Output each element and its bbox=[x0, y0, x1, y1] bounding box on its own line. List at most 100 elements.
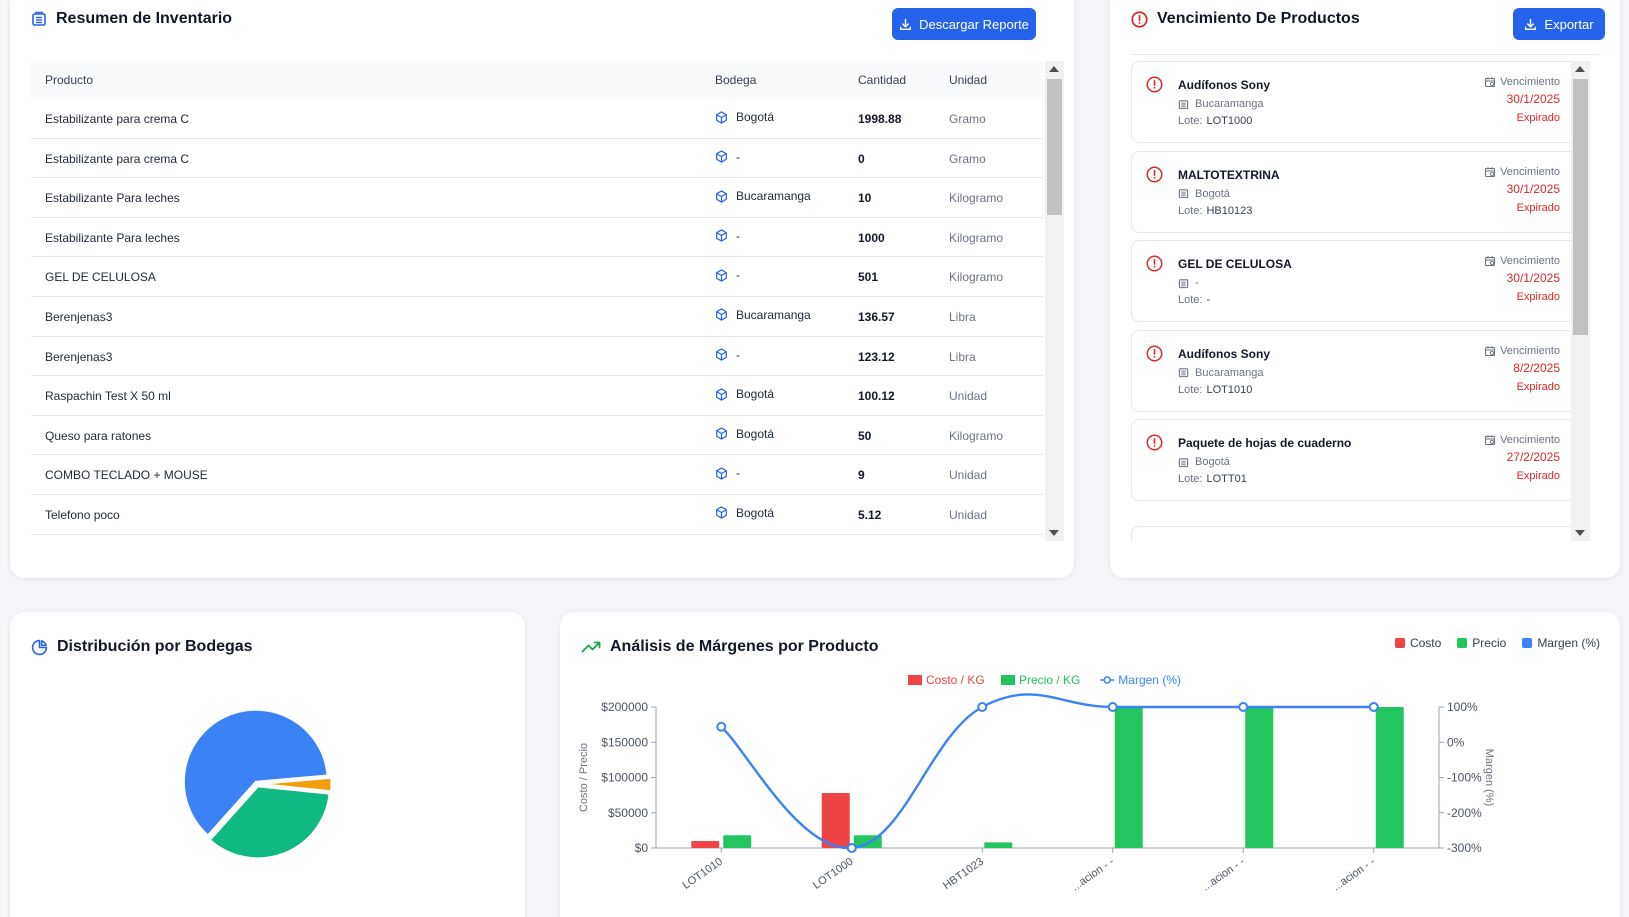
cell-unit: Kilogramo bbox=[949, 230, 1004, 245]
table-row[interactable]: Estabilizante Para leches - 1000 Kilogramo bbox=[31, 218, 1043, 258]
bar[interactable] bbox=[723, 835, 752, 848]
x-tick-label: LOT1010 bbox=[681, 856, 725, 892]
x-tick-label: HBT1023 bbox=[941, 856, 986, 892]
expiry-item-partial[interactable] bbox=[1131, 526, 1577, 541]
cell-warehouse: - bbox=[715, 466, 740, 480]
cell-quantity: 123.12 bbox=[858, 349, 895, 364]
table-scrollbar[interactable] bbox=[1045, 61, 1064, 541]
legend-label[interactable]: Precio / KG bbox=[1019, 673, 1080, 687]
inventory-summary-card: Resumen de Inventario Descargar Reporte … bbox=[10, 0, 1074, 578]
expiry-item[interactable]: MALTOTEXTRINA Bogotá Lote: HB10123 Vencimien… bbox=[1131, 150, 1577, 233]
column-header-warehouse[interactable]: Bodega bbox=[715, 73, 756, 87]
bar[interactable] bbox=[821, 793, 850, 848]
table-body: Estabilizante para crema C Bogotá 1998.88 G… bbox=[31, 99, 1043, 541]
cell-warehouse-text: - bbox=[736, 347, 740, 362]
cell-warehouse: - bbox=[715, 229, 740, 243]
column-header-unit[interactable]: Unidad bbox=[949, 73, 987, 87]
line-point[interactable] bbox=[1368, 702, 1379, 712]
line-point[interactable] bbox=[1238, 702, 1249, 712]
lot-label: Lote: bbox=[1178, 383, 1203, 396]
alert-circle-icon bbox=[1146, 76, 1163, 98]
calendar-clock-icon bbox=[1484, 166, 1496, 178]
margin-line[interactable] bbox=[720, 693, 1374, 850]
export-button[interactable]: Exportar bbox=[1513, 8, 1605, 40]
calendar-clock-icon bbox=[1484, 345, 1496, 357]
line-point[interactable] bbox=[846, 843, 857, 853]
export-label: Exportar bbox=[1544, 16, 1594, 32]
download-report-button[interactable]: Descargar Reporte bbox=[892, 8, 1036, 40]
line-point[interactable] bbox=[1107, 702, 1118, 712]
cell-unit: Gramo bbox=[949, 151, 986, 166]
building-icon bbox=[1178, 188, 1189, 199]
legend-label[interactable]: Costo / KG bbox=[926, 673, 985, 687]
cell-warehouse-text: - bbox=[736, 268, 740, 283]
cell-quantity: 50 bbox=[858, 428, 872, 443]
alert-circle-icon bbox=[1146, 255, 1163, 277]
scrollbar-thumb[interactable] bbox=[1573, 79, 1588, 335]
cell-quantity: 100.12 bbox=[858, 389, 895, 404]
cell-warehouse-text: Bogotá bbox=[736, 505, 775, 520]
scroll-down-icon[interactable] bbox=[1049, 530, 1059, 536]
bar[interactable] bbox=[1114, 707, 1143, 848]
expiry-warehouse-text: Bucaramanga bbox=[1195, 98, 1264, 110]
expiry-item[interactable]: Audífonos Sony Bucaramanga Lote: LOT1010 Ven… bbox=[1131, 329, 1577, 412]
expiry-status: Expirado bbox=[1516, 201, 1560, 214]
expiry-item[interactable]: Paquete de hojas de cuaderno Bogotá Lote: L… bbox=[1131, 419, 1577, 501]
table-row[interactable]: GEL DE CELULOSA - 501 Kilogramo bbox=[31, 257, 1043, 297]
cell-unit: Kilogramo bbox=[949, 191, 1004, 206]
warehouse-distribution-card: Distribución por Bodegas bbox=[10, 612, 525, 917]
line-point[interactable] bbox=[716, 721, 727, 732]
expiry-date-label: Vencimiento bbox=[1484, 434, 1560, 446]
bar[interactable] bbox=[1375, 707, 1404, 848]
bar[interactable] bbox=[691, 840, 720, 848]
y-tick-label: $150000 bbox=[601, 735, 648, 749]
cell-warehouse: Bogotá bbox=[715, 110, 774, 124]
cell-warehouse: Bogotá bbox=[715, 387, 774, 401]
y-tick-label: $0 bbox=[635, 841, 649, 855]
expiry-date-label: Vencimiento bbox=[1484, 166, 1560, 178]
table-row[interactable]: COMBO TECLADO + MOUSE - 9 Unidad bbox=[31, 455, 1043, 495]
scrollbar-thumb[interactable] bbox=[1047, 79, 1062, 215]
venc-label-text: Vencimiento bbox=[1500, 165, 1560, 178]
table-row[interactable]: Raspachin Test X 50 ml Bogotá 100.12 Unidad bbox=[31, 376, 1043, 416]
line-point[interactable] bbox=[977, 702, 988, 712]
table-row[interactable]: Estabilizante Para leches Bucaramanga 10 Ki… bbox=[31, 178, 1043, 218]
cell-warehouse-text: Bogotá bbox=[736, 387, 775, 402]
bar[interactable] bbox=[1245, 707, 1274, 848]
alert-circle-icon bbox=[1146, 345, 1163, 367]
table-row[interactable]: Estabilizante para crema C Bogotá 1998.88 G… bbox=[31, 99, 1043, 139]
expiry-item[interactable]: Audífonos Sony Bucaramanga Lote: LOT1000 Ven… bbox=[1131, 61, 1577, 143]
download-icon bbox=[1525, 18, 1537, 30]
warehouse-pie-chart[interactable] bbox=[10, 612, 525, 917]
scroll-down-icon[interactable] bbox=[1575, 530, 1585, 536]
scroll-up-icon[interactable] bbox=[1575, 66, 1585, 72]
table-row[interactable]: Estabilizante para crema C - 0 Gramo bbox=[31, 139, 1043, 179]
table-row[interactable]: Queso para ratones Bogotá 50 Kilogramo bbox=[31, 416, 1043, 456]
table-row[interactable]: Berenjenas3 Bucaramanga 136.57 Libra bbox=[31, 297, 1043, 337]
expiry-warehouse: - bbox=[1178, 277, 1199, 289]
expiry-warehouse: Bucaramanga bbox=[1178, 367, 1264, 379]
expiry-scrollbar[interactable] bbox=[1571, 61, 1590, 541]
divider bbox=[1131, 54, 1599, 55]
scroll-up-icon[interactable] bbox=[1049, 66, 1059, 72]
column-header-product[interactable]: Producto bbox=[45, 73, 93, 87]
cell-product: Berenjenas3 bbox=[45, 349, 113, 364]
margin-combo-chart[interactable]: Costo / KG Precio / KG Margen (%) $0 $50000 $… bbox=[560, 612, 1620, 917]
legend-label[interactable]: Margen (%) bbox=[1118, 673, 1181, 687]
box-icon bbox=[715, 308, 728, 322]
expiry-date: 27/2/2025 bbox=[1506, 450, 1560, 464]
column-header-quantity[interactable]: Cantidad bbox=[858, 73, 906, 87]
expiry-item[interactable]: GEL DE CELULOSA - Lote: - Vencimiento 30/1/20… bbox=[1131, 240, 1577, 322]
expiry-warehouse: Bogotá bbox=[1178, 188, 1230, 200]
cell-warehouse-text: - bbox=[736, 228, 740, 243]
cell-warehouse: Bogotá bbox=[715, 506, 774, 520]
table-row[interactable]: Mantenimiento Preventivo-3Unidad bbox=[31, 535, 1043, 541]
bar[interactable] bbox=[984, 842, 1013, 848]
table-row[interactable]: Telefono poco Bogotá 5.12 Unidad bbox=[31, 495, 1043, 535]
cell-product: GEL DE CELULOSA bbox=[45, 270, 156, 285]
lot-value: LOT1010 bbox=[1206, 383, 1253, 396]
cell-warehouse-text: - bbox=[736, 466, 740, 481]
expiry-date-label: Vencimiento bbox=[1484, 345, 1560, 357]
table-row[interactable]: Berenjenas3 - 123.12 Libra bbox=[31, 337, 1043, 377]
expiry-warehouse-text: - bbox=[1195, 277, 1199, 289]
